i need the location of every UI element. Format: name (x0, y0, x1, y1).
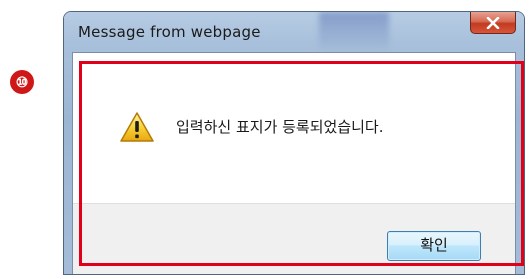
warning-icon (119, 111, 155, 143)
message-dialog: Message from webpage 입력하신 표지가 등록되었습니다. 확… (64, 12, 524, 274)
message-text: 입력하신 표지가 등록되었습니다. (176, 118, 384, 136)
dialog-titlebar[interactable]: Message from webpage (64, 12, 524, 52)
dialog-title: Message from webpage (78, 23, 261, 41)
close-icon (471, 12, 515, 33)
screenshot: ⑩ Message from webpage 입력하신 표지가 등록되었습니다.… (0, 0, 531, 279)
ok-button[interactable]: 확인 (387, 231, 481, 261)
message-area: 입력하신 표지가 등록되었습니다. (73, 53, 515, 203)
close-button[interactable] (470, 12, 516, 34)
annotation-number: ⑩ (10, 70, 34, 94)
dialog-body: 입력하신 표지가 등록되었습니다. 확인 (72, 52, 516, 274)
button-bar: 확인 (73, 203, 515, 274)
